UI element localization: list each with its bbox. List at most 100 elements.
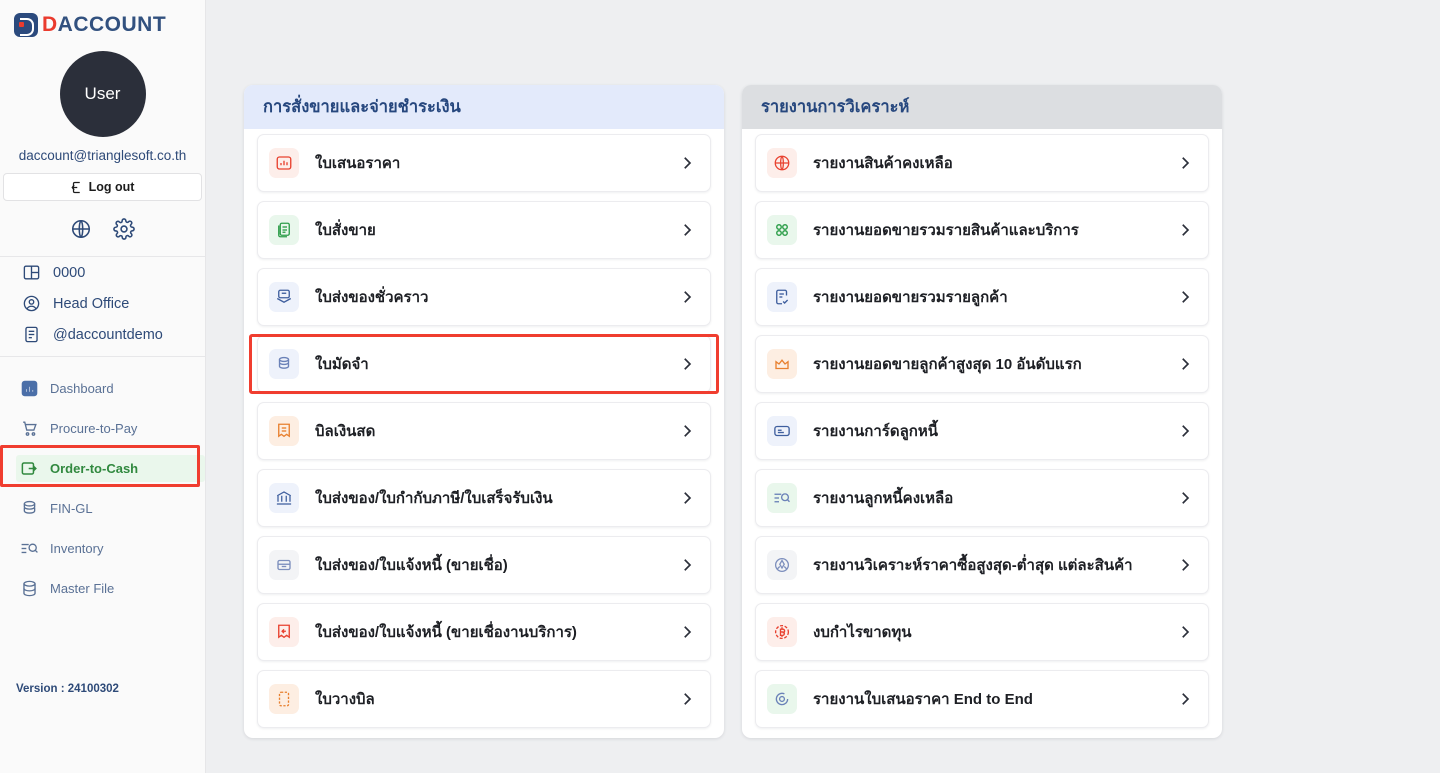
list-item-label: งบกำไรขาดทุน bbox=[813, 624, 912, 641]
avatar[interactable]: User bbox=[59, 51, 146, 137]
sidebar-item-fin-gl[interactable]: FIN-GL bbox=[16, 495, 205, 522]
list-item-label: ใบสั่งขาย bbox=[315, 222, 376, 239]
list-item-cash-bill[interactable]: บิลเงินสด bbox=[257, 402, 711, 460]
settings-gear-icon[interactable] bbox=[113, 218, 135, 240]
card-icon bbox=[767, 416, 797, 446]
list-item-outstanding-debtor-report[interactable]: รายงานลูกหนี้คงเหลือ bbox=[755, 469, 1209, 527]
list-item-service-credit-invoice[interactable]: ใบส่งของ/ใบแจ้งหนี้ (ขายเชื่องานบริการ) bbox=[257, 603, 711, 661]
list-item-sales-by-product-report[interactable]: รายงานยอดขายรวมรายสินค้าและบริการ bbox=[755, 201, 1209, 259]
tax-invoice-bank-icon bbox=[269, 483, 299, 513]
list-item-credit-invoice[interactable]: ใบส่งของ/ใบแจ้งหนี้ (ขายเชื่อ) bbox=[257, 536, 711, 594]
logout-label: Log out bbox=[88, 180, 135, 194]
sidebar-item-master-file[interactable]: Master File bbox=[16, 575, 205, 602]
list-item-label: รายงานยอดขายลูกค้าสูงสุด 10 อันดับแรก bbox=[813, 356, 1082, 373]
context-item-account[interactable]: @daccountdemo bbox=[22, 325, 205, 344]
version-label: Version : 24100302 bbox=[16, 683, 119, 695]
quick-actions bbox=[0, 201, 205, 256]
sidebar-item-label: Inventory bbox=[50, 541, 104, 556]
list-item-inventory-report[interactable]: รายงานสินค้าคงเหลือ bbox=[755, 134, 1209, 192]
chevron-right-icon[interactable] bbox=[678, 556, 696, 574]
context-list: 0000 Head Office @daccountdemo bbox=[0, 257, 205, 356]
inventory-search-icon bbox=[21, 543, 38, 554]
panels-container: การสั่งขายและจ่ายชำระเงิน ใบเสนอราคา ใบส… bbox=[206, 0, 1440, 738]
panel-reports-rows: รายงานสินค้าคงเหลือ รายงานยอดขายรวมรายสิ… bbox=[742, 129, 1222, 728]
chevron-right-icon[interactable] bbox=[1176, 623, 1194, 641]
chevron-right-icon[interactable] bbox=[678, 623, 696, 641]
chevron-right-icon[interactable] bbox=[678, 422, 696, 440]
chevron-right-icon[interactable] bbox=[678, 288, 696, 306]
chevron-right-icon[interactable] bbox=[678, 489, 696, 507]
list-item-label: รายงานการ์ดลูกหนี้ bbox=[813, 423, 938, 440]
list-item-label: ใบส่งของชั่วคราว bbox=[315, 289, 429, 306]
main-content: การสั่งขายและจ่ายชำระเงิน ใบเสนอราคา ใบส… bbox=[206, 0, 1440, 773]
main-nav: Dashboard Procure-to-Pay Order-to-Cash F… bbox=[0, 357, 205, 602]
list-item-label: รายงานยอดขายรวมรายลูกค้า bbox=[813, 289, 1008, 306]
list-item-profit-loss-report[interactable]: งบกำไรขาดทุน bbox=[755, 603, 1209, 661]
temporary-delivery-icon bbox=[269, 282, 299, 312]
context-item-office[interactable]: Head Office bbox=[22, 294, 205, 313]
list-item-tax-invoice[interactable]: ใบส่งของ/ใบกำกับภาษี/ใบเสร็จรับเงิน bbox=[257, 469, 711, 527]
logout-button[interactable]: Log out bbox=[3, 173, 202, 201]
sidebar-item-inventory[interactable]: Inventory bbox=[16, 535, 205, 562]
brand-name-rest: ACCOUNT bbox=[57, 12, 167, 36]
daccount-logo-icon bbox=[14, 12, 38, 37]
list-item-top10-customers-report[interactable]: รายงานยอดขายลูกค้าสูงสุด 10 อันดับแรก bbox=[755, 335, 1209, 393]
chevron-right-icon[interactable] bbox=[1176, 690, 1194, 708]
context-item-branch[interactable]: 0000 bbox=[22, 263, 205, 282]
brand-logo[interactable]: DACCOUNT bbox=[0, 0, 205, 45]
list-item-price-analysis-report[interactable]: รายงานวิเคราะห์ราคาซื้อสูงสุด-ต่ำสุด แต่… bbox=[755, 536, 1209, 594]
list-item-billing-note[interactable]: ใบวางบิล bbox=[257, 670, 711, 728]
sidebar-item-dashboard[interactable]: Dashboard bbox=[16, 375, 205, 402]
deposit-coins-icon bbox=[269, 349, 299, 379]
brand-name: DACCOUNT bbox=[42, 13, 166, 37]
sidebar-item-procure-to-pay[interactable]: Procure-to-Pay bbox=[16, 415, 205, 442]
user-block: User daccount@trianglesoft.co.th bbox=[0, 45, 205, 163]
list-item-sales-order[interactable]: ใบสั่งขาย bbox=[257, 201, 711, 259]
language-globe-icon[interactable] bbox=[70, 218, 92, 240]
chevron-right-icon[interactable] bbox=[1176, 288, 1194, 306]
list-item-label: ใบเสนอราคา bbox=[315, 155, 401, 172]
chevron-right-icon[interactable] bbox=[678, 690, 696, 708]
panel-reports-title: รายงานการวิเคราะห์ bbox=[742, 85, 1222, 129]
list-item-label: บิลเงินสด bbox=[315, 423, 376, 440]
list-item-quotation[interactable]: ใบเสนอราคา bbox=[257, 134, 711, 192]
panel-sales: การสั่งขายและจ่ายชำระเงิน ใบเสนอราคา ใบส… bbox=[244, 85, 724, 738]
chevron-right-icon[interactable] bbox=[1176, 422, 1194, 440]
globe-inventory-icon bbox=[767, 148, 797, 178]
list-item-debtor-card-report[interactable]: รายงานการ์ดลูกหนี้ bbox=[755, 402, 1209, 460]
app-root: DACCOUNT User daccount@trianglesoft.co.t… bbox=[0, 0, 1440, 773]
chevron-right-icon[interactable] bbox=[678, 221, 696, 239]
credit-invoice-icon bbox=[269, 550, 299, 580]
context-item-label: Head Office bbox=[53, 295, 130, 312]
list-item-label: ใบส่งของ/ใบแจ้งหนี้ (ขายเชื่อ) bbox=[315, 557, 508, 574]
sidebar-item-label: Master File bbox=[50, 581, 115, 596]
list-item-temporary-delivery[interactable]: ใบส่งของชั่วคราว bbox=[257, 268, 711, 326]
list-item-label: ใบส่งของ/ใบแจ้งหนี้ (ขายเชื่องานบริการ) bbox=[315, 624, 577, 641]
chevron-right-icon[interactable] bbox=[1176, 556, 1194, 574]
sidebar-item-label: Procure-to-Pay bbox=[50, 421, 138, 436]
price-analysis-icon bbox=[767, 550, 797, 580]
panel-sales-rows: ใบเสนอราคา ใบสั่งขาย ใบส่งของชั่วคราว ใบ… bbox=[244, 129, 724, 728]
list-item-label: รายงานยอดขายรวมรายสินค้าและบริการ bbox=[813, 222, 1079, 239]
document-icon bbox=[25, 326, 38, 343]
service-credit-invoice-icon bbox=[269, 617, 299, 647]
chevron-right-icon[interactable] bbox=[1176, 221, 1194, 239]
list-item-sales-by-customer-report[interactable]: รายงานยอดขายรวมรายลูกค้า bbox=[755, 268, 1209, 326]
list-item-end-to-end-quotation-report[interactable]: รายงานใบเสนอราคา End to End bbox=[755, 670, 1209, 728]
dashboard-icon bbox=[21, 380, 38, 397]
coins-icon bbox=[23, 500, 36, 514]
chevron-right-icon[interactable] bbox=[1176, 355, 1194, 373]
sidebar-item-order-to-cash[interactable]: Order-to-Cash bbox=[16, 455, 205, 482]
chevron-right-icon[interactable] bbox=[1176, 489, 1194, 507]
sidebar-item-label: Dashboard bbox=[50, 381, 114, 396]
list-item-label: ใบมัดจำ bbox=[315, 356, 369, 373]
sidebar-item-label: FIN-GL bbox=[50, 501, 93, 516]
chevron-right-icon[interactable] bbox=[1176, 154, 1194, 172]
chevron-right-icon[interactable] bbox=[678, 154, 696, 172]
list-search-icon bbox=[767, 483, 797, 513]
list-item-label: รายงานวิเคราะห์ราคาซื้อสูงสุด-ต่ำสุด แต่… bbox=[813, 557, 1133, 574]
list-item-deposit[interactable]: ใบมัดจำ bbox=[257, 335, 711, 393]
logout-icon bbox=[71, 181, 80, 193]
chevron-right-icon[interactable] bbox=[678, 355, 696, 373]
branch-icon bbox=[23, 265, 40, 280]
